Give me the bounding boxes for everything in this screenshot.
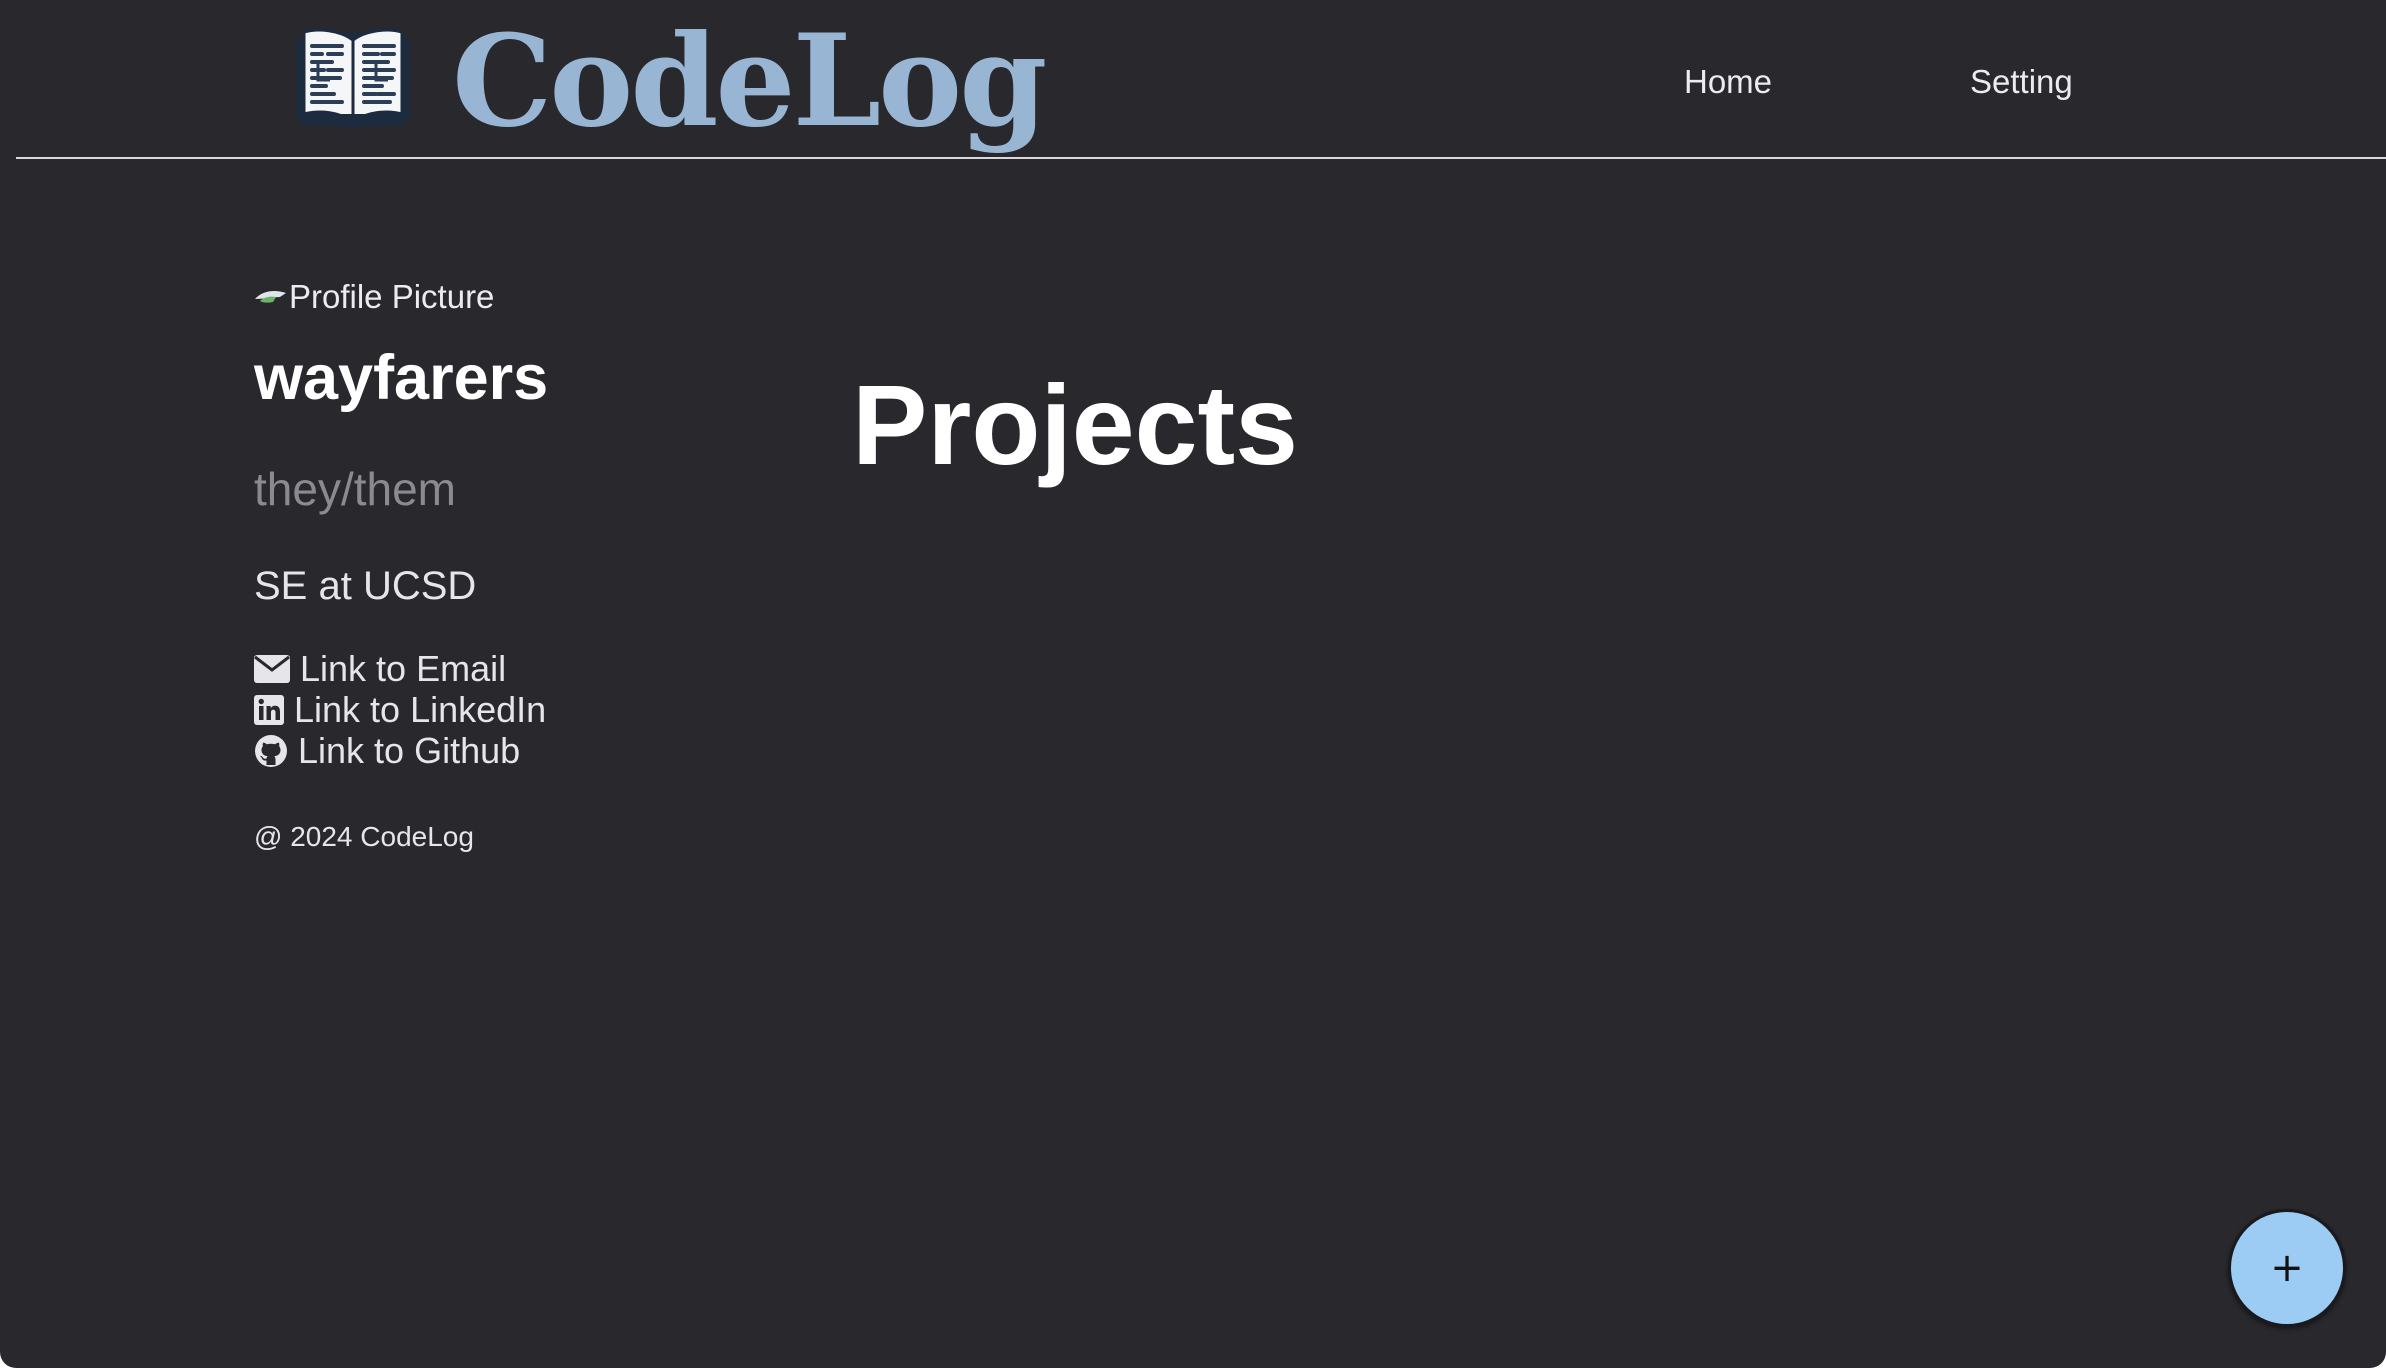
linkedin-icon: [254, 694, 284, 725]
nav-home-link[interactable]: Home: [1684, 62, 1772, 102]
linkedin-link-label: Link to LinkedIn: [294, 689, 547, 730]
profile-picture: Profile Picture: [254, 276, 814, 318]
github-link[interactable]: Link to Github: [254, 730, 814, 771]
github-link-label: Link to Github: [298, 730, 521, 771]
profile-picture-alt-text: Profile Picture: [289, 278, 495, 315]
email-link-label: Link to Email: [300, 648, 507, 689]
page-title: Projects: [852, 362, 1298, 488]
profile-sidebar: Profile Picture wayfarers they/them SE a…: [254, 276, 814, 852]
header-divider: [16, 157, 2386, 159]
profile-bio: SE at UCSD: [254, 564, 477, 608]
github-icon: [255, 734, 287, 767]
profile-links: Link to Email Link to LinkedIn Link to G…: [254, 648, 814, 771]
app-window: CodeLog Home Setting Profile Picture way…: [0, 0, 2386, 1368]
linkedin-link[interactable]: Link to LinkedIn: [254, 689, 814, 730]
email-link[interactable]: Link to Email: [254, 648, 814, 689]
top-header: CodeLog Home Setting: [0, 0, 2386, 159]
plus-icon: +: [2270, 1245, 2304, 1291]
broken-image-icon: [255, 291, 286, 303]
brand-title[interactable]: CodeLog: [452, 6, 1047, 156]
add-project-button[interactable]: +: [2228, 1209, 2346, 1327]
copyright-text: @ 2024 CodeLog: [254, 821, 474, 852]
nav-setting-link[interactable]: Setting: [1970, 62, 2073, 102]
profile-username: wayfarers: [254, 343, 549, 413]
open-book-icon: [296, 28, 410, 128]
profile-pronouns: they/them: [254, 463, 456, 515]
envelope-icon: [254, 654, 290, 683]
